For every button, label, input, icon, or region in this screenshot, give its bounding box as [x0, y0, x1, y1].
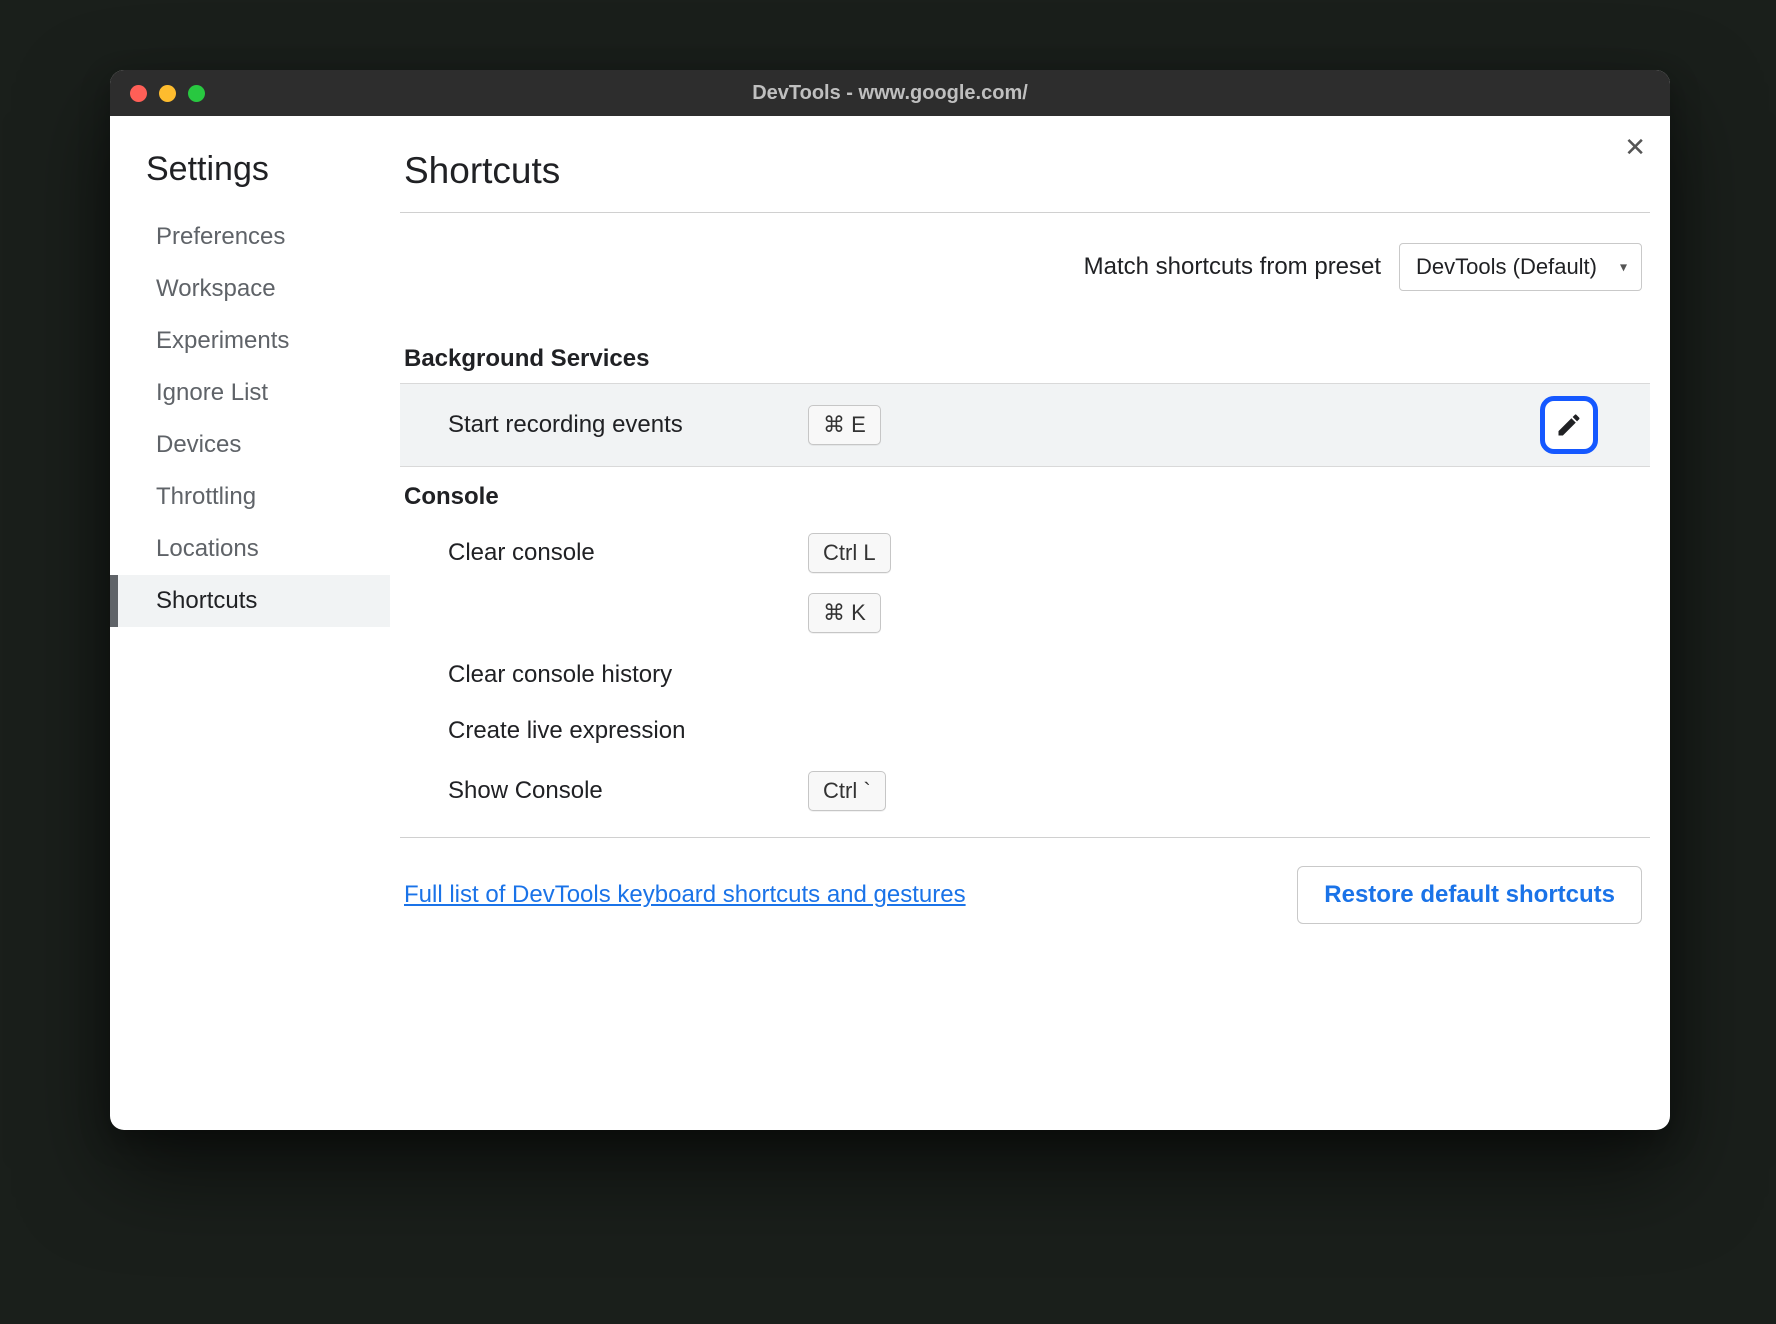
shortcut-key: Ctrl `	[808, 771, 886, 811]
page-title: Shortcuts	[400, 150, 1650, 192]
titlebar: DevTools - www.google.com/	[110, 70, 1670, 116]
shortcut-row-clear-history[interactable]: Clear console history	[400, 647, 1650, 703]
content: ✕ Settings Preferences Workspace Experim…	[110, 116, 1670, 1130]
sidebar-item-throttling[interactable]: Throttling	[110, 471, 390, 523]
edit-shortcut-button[interactable]	[1540, 396, 1598, 454]
section-title-console: Console	[400, 483, 1650, 511]
shortcut-name: Show Console	[448, 777, 808, 805]
close-panel-button[interactable]: ✕	[1624, 134, 1646, 160]
main-panel: Shortcuts Match shortcuts from preset De…	[390, 116, 1670, 1130]
footer: Full list of DevTools keyboard shortcuts…	[400, 866, 1650, 924]
divider	[400, 212, 1650, 213]
restore-defaults-button[interactable]: Restore default shortcuts	[1297, 866, 1642, 924]
preset-row: Match shortcuts from preset DevTools (De…	[400, 243, 1650, 291]
shortcut-name: Clear console	[448, 539, 808, 567]
full-list-link[interactable]: Full list of DevTools keyboard shortcuts…	[404, 881, 966, 909]
sidebar-item-locations[interactable]: Locations	[110, 523, 390, 575]
preset-select[interactable]: DevTools (Default)	[1399, 243, 1642, 291]
shortcut-key: Ctrl L	[808, 533, 891, 573]
shortcut-key: ⌘ E	[808, 405, 881, 445]
maximize-icon[interactable]	[188, 85, 205, 102]
sidebar-item-devices[interactable]: Devices	[110, 419, 390, 471]
shortcut-name: Start recording events	[448, 411, 808, 439]
shortcut-row-show-console[interactable]: Show Console Ctrl `	[400, 759, 1650, 823]
preset-label: Match shortcuts from preset	[1084, 253, 1381, 281]
sidebar-item-ignore-list[interactable]: Ignore List	[110, 367, 390, 419]
shortcut-row-create-live-expression[interactable]: Create live expression	[400, 703, 1650, 759]
shortcut-key: ⌘ K	[808, 593, 881, 633]
pencil-icon	[1555, 411, 1583, 439]
close-icon[interactable]	[130, 85, 147, 102]
sidebar-item-preferences[interactable]: Preferences	[110, 211, 390, 263]
devtools-window: DevTools - www.google.com/ ✕ Settings Pr…	[110, 70, 1670, 1130]
sidebar-item-workspace[interactable]: Workspace	[110, 263, 390, 315]
minimize-icon[interactable]	[159, 85, 176, 102]
preset-value: DevTools (Default)	[1416, 254, 1597, 279]
shortcut-row-clear-console-alt: ⌘ K	[400, 593, 1650, 633]
sidebar-item-experiments[interactable]: Experiments	[110, 315, 390, 367]
section-title-background-services: Background Services	[400, 345, 1650, 373]
shortcut-name: Create live expression	[448, 717, 808, 745]
traffic-lights	[130, 85, 205, 102]
shortcut-row-start-recording[interactable]: Start recording events ⌘ E	[400, 383, 1650, 467]
settings-sidebar: Settings Preferences Workspace Experimen…	[110, 116, 390, 1130]
settings-heading: Settings	[110, 150, 390, 189]
shortcut-name: Clear console history	[448, 661, 808, 689]
shortcut-row-clear-console[interactable]: Clear console Ctrl L	[400, 521, 1650, 585]
window-title: DevTools - www.google.com/	[110, 82, 1670, 105]
divider	[400, 837, 1650, 838]
sidebar-item-shortcuts[interactable]: Shortcuts	[110, 575, 390, 627]
